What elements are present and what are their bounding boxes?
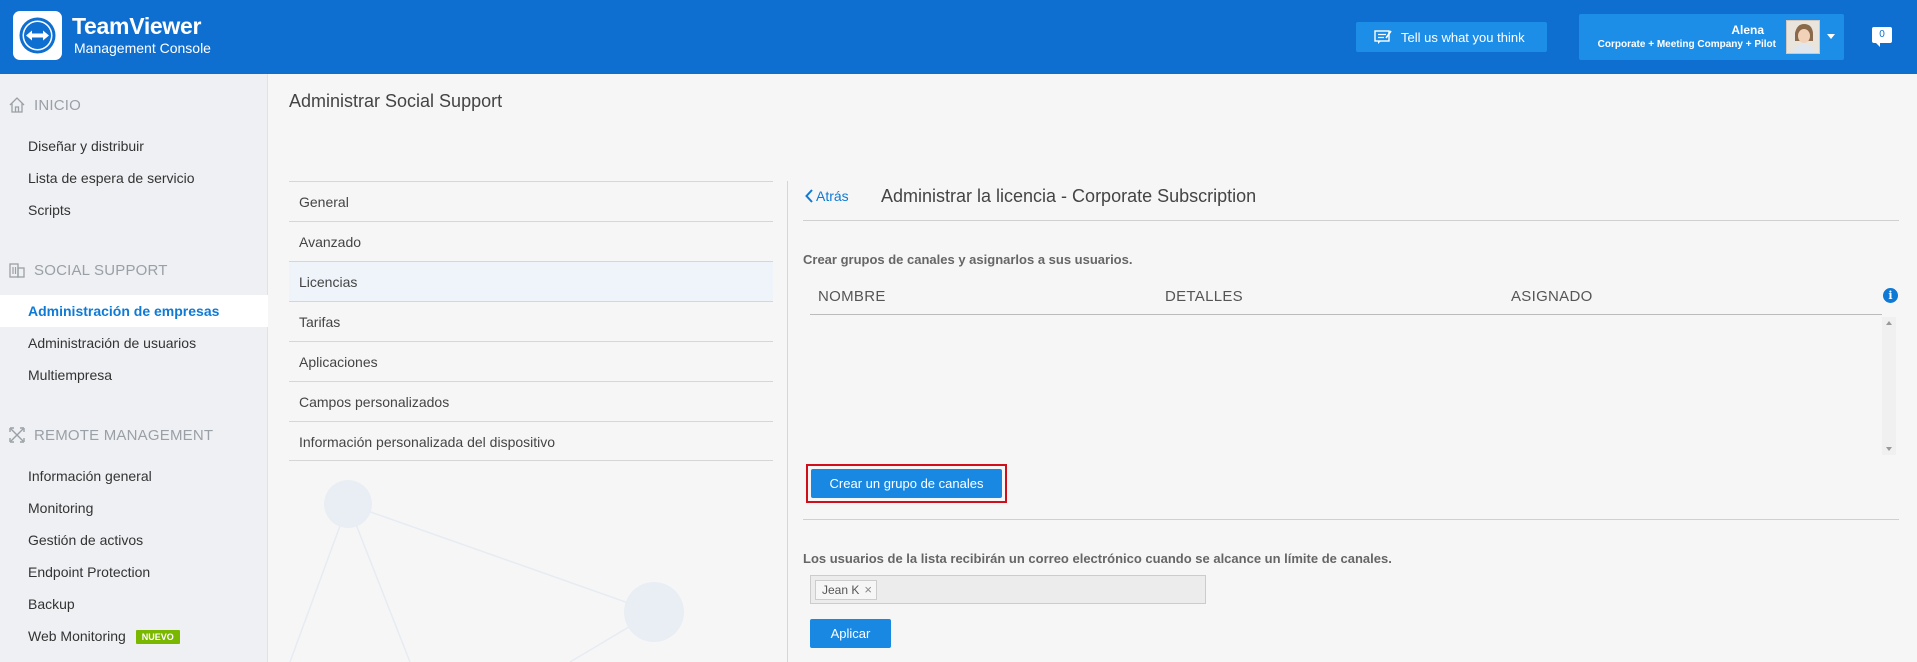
page-title: Administrar Social Support [289,91,503,111]
sidebar-item-web-monitoring[interactable]: Web Monitoring NUEVO [0,620,268,652]
sidebar-item-multiempresa[interactable]: Multiempresa [0,359,268,391]
arrows-icon [9,427,25,443]
user-avatar-icon [1787,21,1819,53]
teamviewer-logo[interactable] [13,11,62,60]
sidebar-item-backup[interactable]: Backup [0,588,268,620]
top-header: TeamViewer Management Console Tell us wh… [0,0,1917,74]
brand-title: TeamViewer [72,13,202,39]
menu-item-avanzado[interactable]: Avanzado [289,221,773,261]
sidebar-item-label: Web Monitoring [28,628,126,644]
teamviewer-logo-icon [19,17,56,54]
sidebar-item-admin-empresas[interactable]: Administración de empresas [0,295,268,327]
sidebar-item-scripts[interactable]: Scripts [0,194,268,226]
notification-icon[interactable]: 0 [1872,27,1892,47]
channel-groups-description: Crear grupos de canales y asignarlos a s… [803,252,1133,267]
sidebar-item-endpoint-protection[interactable]: Endpoint Protection [0,556,268,588]
divider [803,519,1899,520]
notify-users-input[interactable]: Jean K × [810,575,1206,604]
brand-subtitle: Management Console [74,40,211,56]
user-menu[interactable]: Alena Corporate + Meeting Company + Pilo… [1579,14,1844,60]
settings-menu: General Avanzado Licencias Tarifas Aplic… [289,181,773,461]
apply-button[interactable]: Aplicar [810,619,891,648]
menu-item-info-dispositivo[interactable]: Información personalizada del dispositiv… [289,421,773,461]
sidebar-item-admin-usuarios[interactable]: Administración de usuarios [0,327,268,359]
avatar [1786,20,1820,54]
sidebar-section-social-support[interactable]: SOCIAL SUPPORT [8,261,168,279]
chevron-left-icon [805,189,813,203]
building-icon [9,263,25,278]
divider [803,220,1899,221]
menu-item-general[interactable]: General [289,181,773,221]
close-icon[interactable]: × [864,581,872,599]
menu-item-campos-personalizados[interactable]: Campos personalizados [289,381,773,421]
menu-item-licencias[interactable]: Licencias [289,261,773,301]
chevron-down-icon [1827,34,1835,39]
sidebar-item-monitoring[interactable]: Monitoring [0,492,268,524]
sidebar-item-disenar[interactable]: Diseñar y distribuir [0,130,268,162]
sidebar-section-inicio[interactable]: INICIO [8,96,81,114]
panel-divider [787,181,788,662]
scroll-down-icon[interactable] [1886,447,1892,451]
sidebar-section-remote-management[interactable]: REMOTE MANAGEMENT [8,426,213,444]
notify-description: Los usuarios de la lista recibirán un co… [803,551,1392,566]
feedback-label: Tell us what you think [1401,29,1525,45]
home-icon [9,97,25,113]
create-channel-group-button[interactable]: Crear un grupo de canales [811,469,1002,498]
decorative-network-graphic [289,480,684,662]
user-plan: Corporate + Meeting Company + Pilot [1597,39,1776,50]
column-header-detalles[interactable]: DETALLES [1165,288,1243,305]
info-icon[interactable]: i [1883,288,1898,303]
sidebar: INICIO Diseñar y distribuir Lista de esp… [0,74,268,662]
scroll-up-icon[interactable] [1886,321,1892,325]
sidebar-item-gestion-activos[interactable]: Gestión de activos [0,524,268,556]
feedback-button[interactable]: Tell us what you think [1356,22,1547,52]
user-tag: Jean K × [815,580,877,600]
feedback-icon [1374,30,1392,44]
column-header-asignado[interactable]: ASIGNADO [1511,288,1593,305]
user-name: Alena [1731,23,1764,37]
channel-groups-table [810,315,1897,455]
new-badge: NUEVO [135,630,180,645]
license-title: Administrar la licencia - Corporate Subs… [881,186,1257,206]
back-link[interactable]: Atrás [805,188,849,204]
user-tag-label: Jean K [822,583,860,597]
menu-item-tarifas[interactable]: Tarifas [289,301,773,341]
table-scrollbar[interactable] [1882,317,1896,455]
column-header-nombre[interactable]: NOMBRE [818,288,886,305]
menu-item-aplicaciones[interactable]: Aplicaciones [289,341,773,381]
sidebar-item-lista-espera[interactable]: Lista de espera de servicio [0,162,268,194]
sidebar-item-info-general[interactable]: Información general [0,460,268,492]
